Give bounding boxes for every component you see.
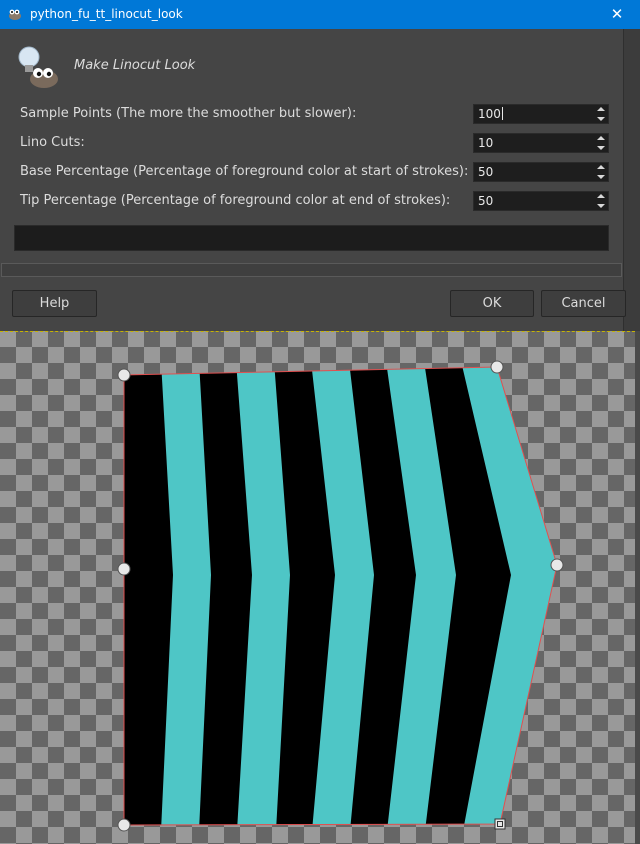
close-button[interactable]: ✕ bbox=[594, 0, 640, 29]
tip-percentage-value[interactable]: 50 bbox=[478, 194, 493, 208]
tip-percentage-spinner[interactable]: 50 bbox=[473, 191, 609, 211]
path-handle[interactable] bbox=[490, 360, 504, 374]
linocut-artwork[interactable] bbox=[0, 331, 640, 844]
base-percentage-value[interactable]: 50 bbox=[478, 165, 493, 179]
ok-button[interactable]: OK bbox=[450, 290, 534, 317]
path-end-handle[interactable] bbox=[494, 818, 506, 830]
spinner-arrows[interactable] bbox=[594, 134, 608, 152]
dialog-side-scrollbar[interactable] bbox=[623, 29, 640, 331]
path-handle[interactable] bbox=[550, 558, 564, 572]
stripe-group bbox=[124, 367, 557, 825]
increment-icon[interactable] bbox=[597, 107, 605, 111]
help-button[interactable]: Help bbox=[12, 290, 97, 317]
path-handle[interactable] bbox=[117, 562, 131, 576]
text-caret bbox=[501, 107, 503, 120]
decrement-icon[interactable] bbox=[597, 146, 605, 150]
progress-bar bbox=[14, 225, 609, 251]
dialog-header-title: Make Linocut Look bbox=[74, 58, 196, 73]
lino-cuts-label: Lino Cuts: bbox=[20, 135, 85, 150]
gimp-wilber-icon bbox=[9, 9, 21, 20]
window-titlebar[interactable]: python_fu_tt_linocut_look ✕ bbox=[0, 0, 640, 29]
cancel-button[interactable]: Cancel bbox=[541, 290, 626, 317]
decrement-icon[interactable] bbox=[597, 117, 605, 121]
decrement-icon[interactable] bbox=[597, 204, 605, 208]
sample-points-label: Sample Points (The more the smoother but… bbox=[20, 106, 357, 121]
spinner-arrows[interactable] bbox=[594, 192, 608, 210]
spinner-arrows[interactable] bbox=[594, 163, 608, 181]
gimp-lightbulb-wilber-icon bbox=[18, 46, 58, 88]
close-icon: ✕ bbox=[610, 5, 624, 23]
increment-icon[interactable] bbox=[597, 194, 605, 198]
lino-cuts-value[interactable]: 10 bbox=[478, 136, 493, 150]
decrement-icon[interactable] bbox=[597, 175, 605, 179]
increment-icon[interactable] bbox=[597, 165, 605, 169]
base-percentage-spinner[interactable]: 50 bbox=[473, 162, 609, 182]
horizontal-scrollbar[interactable] bbox=[1, 263, 622, 277]
path-handle[interactable] bbox=[117, 368, 131, 382]
path-handle[interactable] bbox=[117, 818, 131, 832]
sample-points-value[interactable]: 100 bbox=[478, 107, 503, 121]
spinner-arrows[interactable] bbox=[594, 105, 608, 123]
increment-icon[interactable] bbox=[597, 136, 605, 140]
lino-cuts-spinner[interactable]: 10 bbox=[473, 133, 609, 153]
sample-points-spinner[interactable]: 100 bbox=[473, 104, 609, 124]
base-percentage-label: Base Percentage (Percentage of foregroun… bbox=[20, 164, 469, 179]
window-title: python_fu_tt_linocut_look bbox=[30, 7, 183, 21]
tip-percentage-label: Tip Percentage (Percentage of foreground… bbox=[20, 193, 451, 208]
